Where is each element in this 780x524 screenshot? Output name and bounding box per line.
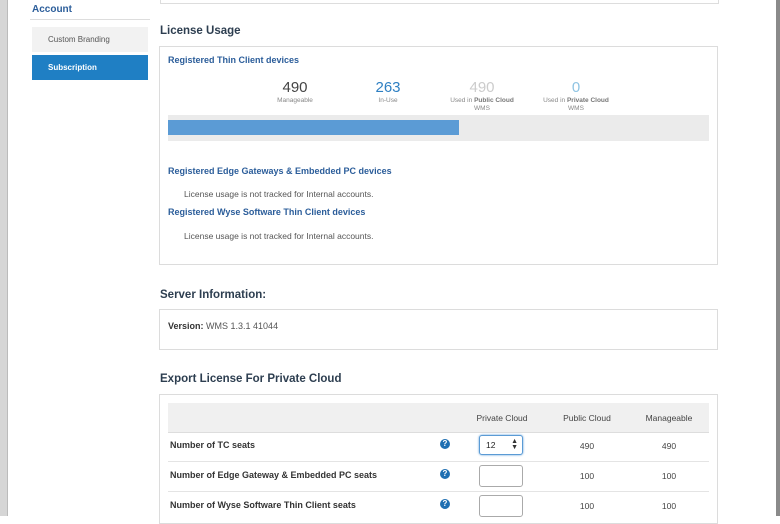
column-manageable: Manageable xyxy=(645,413,693,423)
server-version: Version: WMS 1.3.1 41044 xyxy=(168,321,278,331)
sidebar: Account Custom Branding Subscription xyxy=(30,0,150,80)
stat-in-use-value: 263 xyxy=(375,79,401,96)
table-row-tc-seats: Number of TC seats ? 12 ▲ ▼ 490 490 xyxy=(168,431,709,462)
export-license-title: Export License For Private Cloud xyxy=(160,373,342,385)
spinner-arrows-icon[interactable]: ▲ ▼ xyxy=(511,438,518,451)
wyse-seats-input[interactable] xyxy=(479,495,523,517)
sidebar-heading-account: Account xyxy=(30,0,150,20)
stat-in-use: 263 In-Use xyxy=(343,79,433,105)
stat-public-cloud-label: Used in Public Cloud WMS xyxy=(450,97,514,112)
question-circle-icon[interactable]: ? xyxy=(440,439,450,449)
license-usage-bar-fill xyxy=(168,120,459,135)
wyse-seats-manageable: 100 xyxy=(661,501,677,511)
row-label-tc-seats: Number of TC seats xyxy=(170,440,256,450)
row-label-wyse-seats: Number of Wyse Software Thin Client seat… xyxy=(170,500,356,510)
column-public-cloud: Public Cloud xyxy=(563,413,611,423)
stat-in-use-label: In-Use xyxy=(378,97,398,104)
edge-seats-manageable: 100 xyxy=(661,471,677,481)
stat-manageable-value: 490 xyxy=(282,79,308,96)
tc-seats-manageable: 490 xyxy=(661,441,677,451)
edge-devices-title: Registered Edge Gateways & Embedded PC d… xyxy=(168,166,392,176)
stat-public-cloud-value: 490 xyxy=(469,79,495,96)
column-private-cloud: Private Cloud xyxy=(476,413,528,423)
previous-card-bottom xyxy=(160,0,719,4)
server-info-title: Server Information: xyxy=(160,289,267,301)
export-license-card: Private Cloud Public Cloud Manageable Nu… xyxy=(159,394,718,524)
thin-client-title: Registered Thin Client devices xyxy=(168,55,300,65)
server-version-label: Version: xyxy=(168,321,204,331)
stat-manageable-label: Manageable xyxy=(277,97,313,104)
wyse-devices-title: Registered Wyse Software Thin Client dev… xyxy=(168,207,366,217)
wyse-seats-public-cloud: 100 xyxy=(579,501,595,511)
license-usage-card: Registered Thin Client devices 490 Manag… xyxy=(159,46,718,265)
stat-private-cloud-value: 0 xyxy=(571,79,581,96)
server-version-value: WMS 1.3.1 41044 xyxy=(206,321,279,331)
question-circle-icon[interactable]: ? xyxy=(440,469,450,479)
tc-seats-public-cloud: 490 xyxy=(579,441,595,451)
license-usage-title: License Usage xyxy=(160,25,241,37)
server-info-card: Version: WMS 1.3.1 41044 xyxy=(159,309,718,350)
table-row-edge-seats: Number of Edge Gateway & Embedded PC sea… xyxy=(168,461,709,492)
window-frame-right xyxy=(776,0,780,516)
license-usage-bar xyxy=(168,115,709,141)
edge-seats-public-cloud: 100 xyxy=(579,471,595,481)
window-frame-left xyxy=(0,0,8,516)
sidebar-item-custom-branding[interactable]: Custom Branding xyxy=(32,27,148,52)
export-table-header: Private Cloud Public Cloud Manageable xyxy=(168,403,709,433)
sidebar-item-subscription[interactable]: Subscription xyxy=(32,55,148,80)
question-circle-icon[interactable]: ? xyxy=(440,499,450,509)
table-row-wyse-seats: Number of Wyse Software Thin Client seat… xyxy=(168,491,709,521)
tc-seats-input[interactable]: 12 ▲ ▼ xyxy=(479,435,523,455)
stat-private-cloud-label: Used in Private Cloud WMS xyxy=(543,97,609,112)
tc-seats-input-value: 12 xyxy=(486,440,496,450)
stat-private-cloud: 0 Used in Private Cloud WMS xyxy=(531,79,621,113)
wyse-devices-note: License usage is not tracked for Interna… xyxy=(184,231,374,241)
stat-manageable: 490 Manageable xyxy=(250,79,340,105)
stat-public-cloud: 490 Used in Public Cloud WMS xyxy=(437,79,527,113)
edge-devices-note: License usage is not tracked for Interna… xyxy=(184,189,374,199)
edge-seats-input[interactable] xyxy=(479,465,523,487)
row-label-edge-seats: Number of Edge Gateway & Embedded PC sea… xyxy=(170,470,378,480)
